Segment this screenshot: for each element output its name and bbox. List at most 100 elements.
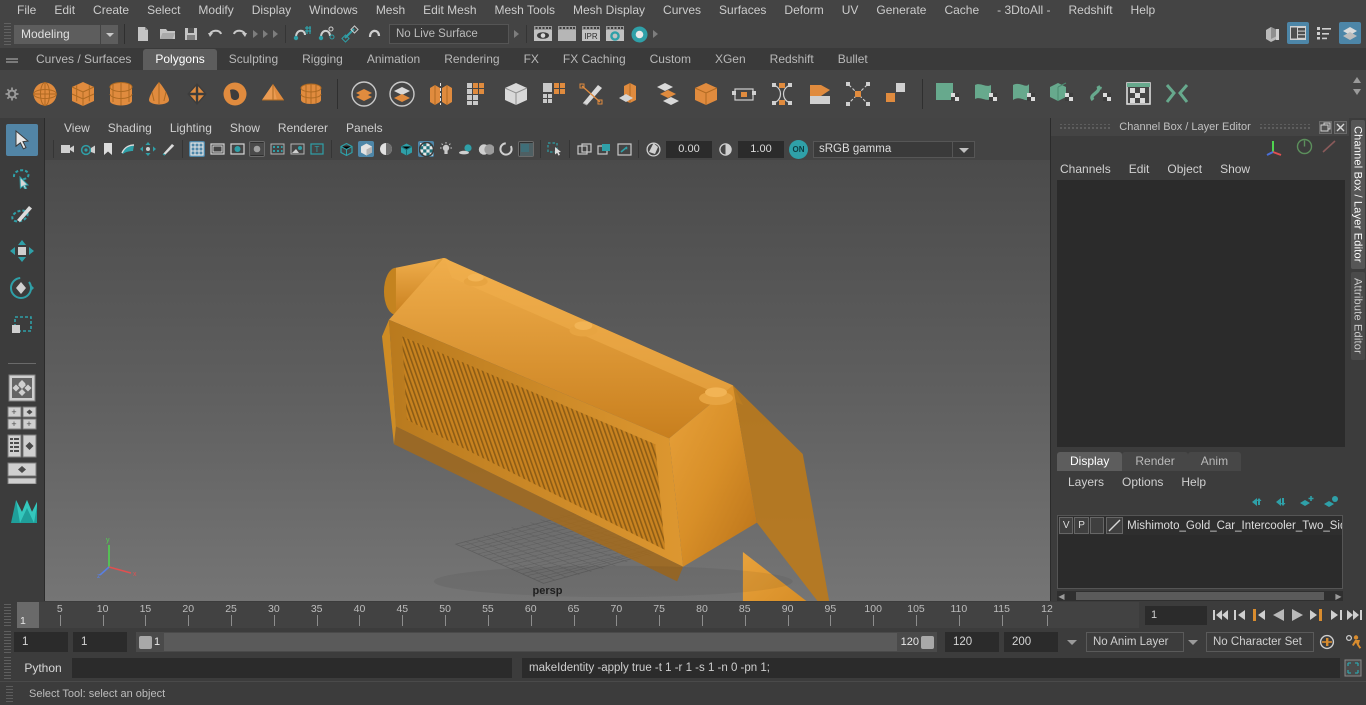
speed-dial-icon[interactable]: [1296, 138, 1313, 158]
move-layer-up-icon[interactable]: [1251, 495, 1267, 511]
menu-set-selector[interactable]: Modeling: [14, 24, 118, 44]
xray-icon[interactable]: [289, 141, 305, 157]
range-bar-right-handle[interactable]: 120: [896, 633, 936, 651]
animation-preferences-icon[interactable]: [1343, 632, 1363, 652]
move-layer-down-icon[interactable]: [1275, 495, 1291, 511]
play-backwards-icon[interactable]: [1270, 606, 1286, 624]
auto-keyframe-icon[interactable]: [1317, 632, 1337, 652]
playback-options-icon[interactable]: [1063, 632, 1081, 652]
wireframe-icon[interactable]: [338, 141, 354, 157]
menu-mesh-display[interactable]: Mesh Display: [564, 0, 654, 20]
render-chevron-icon[interactable]: [651, 24, 661, 44]
range-end-field[interactable]: 120: [945, 632, 999, 652]
shelf-scroll-up-icon[interactable]: [1350, 74, 1364, 84]
script-editor-icon[interactable]: [1343, 658, 1363, 678]
selection-mask-chevron-3-icon[interactable]: [271, 24, 281, 44]
exposure-adjust-icon[interactable]: [645, 141, 661, 157]
status-line-grip[interactable]: [4, 23, 11, 45]
grid-icon[interactable]: [189, 141, 205, 157]
shelf-tab-redshift[interactable]: Redshift: [757, 49, 826, 70]
select-tool-icon[interactable]: [6, 124, 38, 156]
shelf-grip[interactable]: [0, 48, 24, 70]
new-layer-from-selected-icon[interactable]: [1299, 495, 1315, 511]
bookmark-icon[interactable]: [100, 141, 116, 157]
menu-windows[interactable]: Windows: [300, 0, 367, 20]
viewport-menu-view[interactable]: View: [55, 118, 99, 138]
snap-to-projected-center-icon[interactable]: [363, 23, 385, 45]
uv-spherical-icon[interactable]: [1009, 76, 1041, 112]
menu-3dtoall[interactable]: - 3DtoAll -: [988, 0, 1059, 20]
two-d-pan-zoom-icon[interactable]: [140, 141, 156, 157]
render-current-frame-icon[interactable]: [556, 23, 578, 45]
current-frame-marker[interactable]: 1: [17, 602, 39, 628]
gamma-value-field[interactable]: 1.00: [738, 140, 784, 158]
resolution-gate-icon[interactable]: [229, 141, 245, 157]
help-line-grip[interactable]: [6, 685, 13, 702]
live-surface-field[interactable]: No Live Surface: [389, 24, 509, 44]
play-forwards-icon[interactable]: [1289, 606, 1305, 624]
append-polygon-icon[interactable]: [728, 76, 760, 112]
undock-panel-icon[interactable]: [1319, 120, 1332, 134]
multisample-icon[interactable]: [518, 141, 534, 157]
menu-curves[interactable]: Curves: [654, 0, 710, 20]
menu-surfaces[interactable]: Surfaces: [710, 0, 775, 20]
shelf-tab-xgen[interactable]: XGen: [702, 49, 758, 70]
polygon-pyramid-icon[interactable]: [257, 76, 289, 112]
layer-menu-layers[interactable]: Layers: [1059, 471, 1113, 493]
selection-mask-chevron-1-icon[interactable]: [251, 24, 261, 44]
layer-lock-toggle[interactable]: [1089, 517, 1105, 534]
target-weld-icon[interactable]: [880, 76, 912, 112]
shadows-icon[interactable]: [458, 141, 474, 157]
exposure-settings-icon[interactable]: [616, 141, 632, 157]
uv-automatic-icon[interactable]: [1047, 76, 1079, 112]
scale-tool-icon[interactable]: [6, 309, 38, 341]
table-row[interactable]: V P Mishimoto_Gold_Car_Intercooler_Two_S…: [1058, 516, 1342, 535]
menu-set-dropdown-icon[interactable]: [101, 24, 118, 44]
uv-editor-icon[interactable]: [1123, 76, 1155, 112]
range-right-grip-box[interactable]: [921, 635, 934, 649]
anim-layer-dropdown-icon[interactable]: [1184, 632, 1202, 652]
current-frame-field[interactable]: 1: [1145, 605, 1207, 625]
color-space-select[interactable]: sRGB gamma: [813, 140, 953, 158]
menu-mesh[interactable]: Mesh: [367, 0, 414, 20]
new-layer-icon[interactable]: [1323, 495, 1339, 511]
viewport-menu-panels[interactable]: Panels: [337, 118, 392, 138]
shelf-tab-custom[interactable]: Custom: [637, 49, 703, 70]
menu-edit-mesh[interactable]: Edit Mesh: [414, 0, 485, 20]
show-hide-modeling-toolkit-icon[interactable]: [1261, 22, 1283, 44]
show-hide-channel-box-icon[interactable]: [1313, 22, 1335, 44]
viewport-menu-renderer[interactable]: Renderer: [269, 118, 337, 138]
uv-cylindrical-icon[interactable]: [971, 76, 1003, 112]
shelf-tab-fx[interactable]: FX: [511, 49, 551, 70]
extrude-icon[interactable]: [614, 76, 646, 112]
screen-space-ao-icon[interactable]: [478, 141, 494, 157]
persp-outliner-layout-icon[interactable]: + + +: [7, 406, 37, 430]
polygon-prism-icon[interactable]: [295, 76, 327, 112]
channel-box-menu-edit[interactable]: Edit: [1120, 158, 1159, 180]
command-language-label[interactable]: Python: [14, 661, 72, 675]
layer-tab-anim[interactable]: Anim: [1187, 452, 1242, 471]
selection-mask-chevron-2-icon[interactable]: [261, 24, 271, 44]
layer-menu-help[interactable]: Help: [1172, 471, 1215, 493]
menu-edit[interactable]: Edit: [45, 0, 84, 20]
polygon-cone-icon[interactable]: [143, 76, 175, 112]
anim-layer-select[interactable]: No Anim Layer: [1086, 632, 1184, 652]
gate-mask-icon[interactable]: [249, 141, 265, 157]
viewport-menu-shading[interactable]: Shading: [99, 118, 161, 138]
vertical-tab-channel-box[interactable]: Channel Box / Layer Editor: [1350, 120, 1365, 269]
uv-contour-stretch-icon[interactable]: [1085, 76, 1117, 112]
range-slider-grip[interactable]: [4, 631, 11, 653]
shelf-scroll-down-icon[interactable]: [1350, 86, 1364, 96]
rotate-tool-icon[interactable]: [6, 272, 38, 304]
xray-joints-icon[interactable]: [576, 141, 592, 157]
layer-name[interactable]: Mishimoto_Gold_Car_Intercooler_Two_Side: [1127, 520, 1342, 532]
panel-grip-left[interactable]: [1059, 124, 1112, 130]
smooth-icon[interactable]: [538, 76, 570, 112]
command-line-grip[interactable]: [4, 657, 11, 679]
panel-grip-right[interactable]: [1258, 124, 1311, 130]
range-left-grip-box[interactable]: [139, 635, 152, 649]
layer-color-swatch[interactable]: [1106, 517, 1124, 534]
render-view-icon[interactable]: [532, 23, 554, 45]
camera-attributes-icon[interactable]: [80, 141, 96, 157]
vertical-tab-attribute-editor[interactable]: Attribute Editor: [1350, 271, 1365, 360]
